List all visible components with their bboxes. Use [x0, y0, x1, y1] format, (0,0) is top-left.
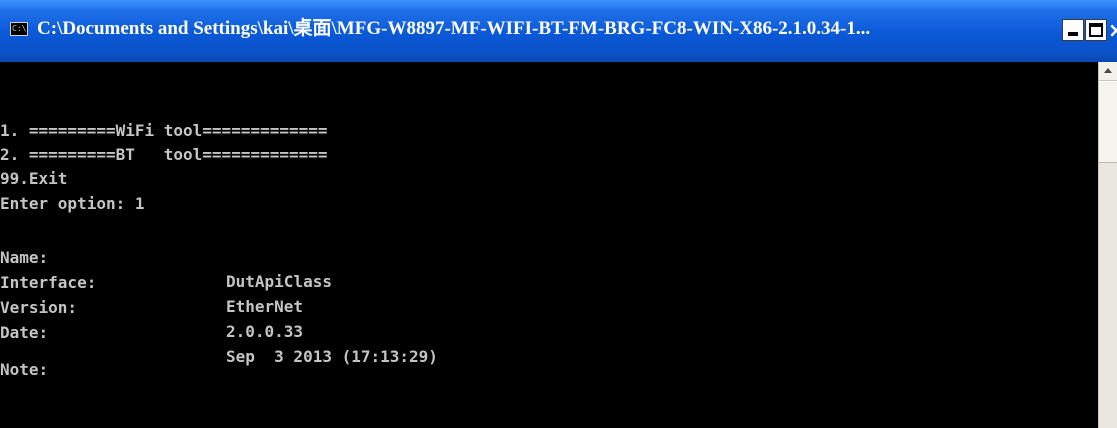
vertical-scrollbar[interactable]	[1098, 62, 1117, 428]
close-button[interactable]: ×	[1108, 18, 1117, 42]
info-label: Date:	[0, 323, 49, 342]
console-app-icon-glyph: C:\	[12, 24, 27, 33]
note-label: Note:	[0, 360, 49, 379]
console-window: C:\ C:\Documents and Settings\kai\桌面\MFG…	[0, 0, 1117, 428]
window-title: C:\Documents and Settings\kai\桌面\MFG-W88…	[37, 18, 871, 39]
close-icon: ×	[1108, 18, 1117, 42]
title-bar[interactable]: C:\ C:\Documents and Settings\kai\桌面\MFG…	[0, 0, 1117, 62]
menu-option-wifi: 1. =========WiFi tool=============	[0, 121, 328, 140]
menu-option-exit: 99.Exit	[0, 169, 68, 188]
menu-option-bt: 2. =========BT tool=============	[0, 145, 328, 164]
console-output[interactable]: 1. =========WiFi tool============= 2. ==…	[0, 62, 1098, 428]
maximize-button[interactable]	[1085, 19, 1107, 41]
info-row-version: Version: 2.0.0.33	[0, 272, 600, 341]
scroll-up-arrow-icon[interactable]	[1099, 62, 1117, 81]
info-row-date: Date: Sep 3 2013 (17:13:29)	[0, 297, 600, 366]
info-row-name: Name: DutApiClass	[0, 222, 600, 291]
option-prompt: Enter option: 1	[0, 194, 145, 213]
console-app-icon[interactable]: C:\	[10, 22, 28, 36]
scroll-thumb[interactable]	[1099, 81, 1117, 163]
minimize-button[interactable]	[1062, 19, 1084, 41]
info-value: 2.0.0.33	[226, 322, 304, 341]
info-value: Sep 3 2013 (17:13:29)	[226, 347, 438, 366]
info-row-interface: Interface: EtherNet	[0, 247, 600, 316]
